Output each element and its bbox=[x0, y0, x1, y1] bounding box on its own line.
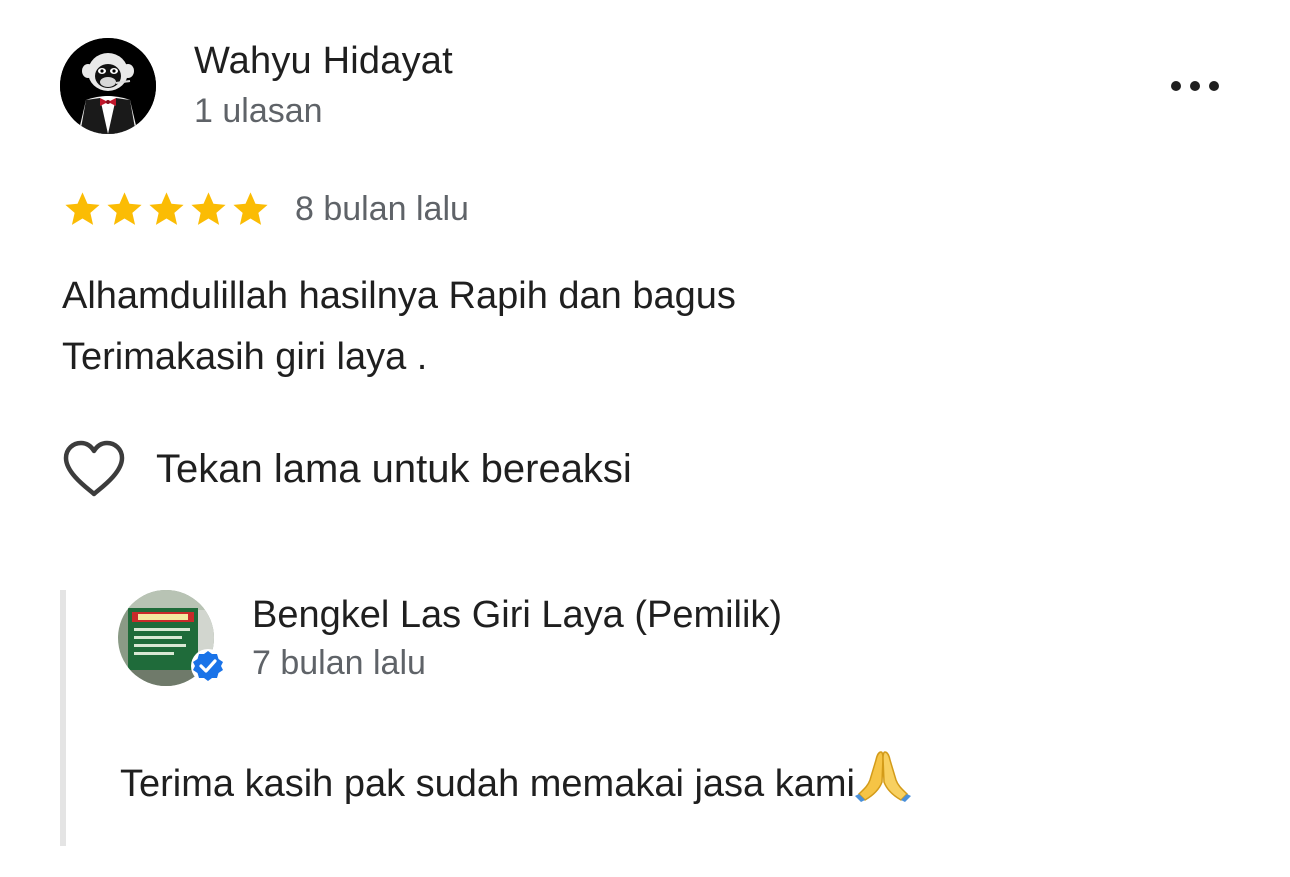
folded-hands-icon bbox=[854, 748, 911, 812]
heart-outline-icon bbox=[63, 440, 125, 497]
more-horizontal-icon bbox=[1171, 81, 1219, 91]
star-icon bbox=[191, 191, 226, 225]
author-name[interactable]: Wahyu Hidayat bbox=[194, 40, 453, 83]
review-time: 8 bulan lalu bbox=[295, 189, 469, 228]
react-label: Tekan lama untuk bereaksi bbox=[156, 446, 632, 491]
review-text-line: Terimakasih giri laya . bbox=[62, 336, 428, 378]
owner-reply-text: Terima kasih pak sudah memakai jasa kami bbox=[120, 748, 911, 812]
review-text: Alhamdulillah hasilnya Rapih dan bagus T… bbox=[62, 266, 736, 388]
tuxedo-monkey-avatar-icon bbox=[60, 38, 156, 134]
star-icon bbox=[107, 191, 142, 225]
star-icon bbox=[149, 191, 184, 225]
star-icon bbox=[65, 191, 100, 225]
author-avatar[interactable] bbox=[60, 38, 156, 134]
rating-row: 8 bulan lalu bbox=[62, 184, 469, 234]
owner-avatar[interactable] bbox=[118, 590, 225, 686]
more-options-button[interactable] bbox=[1160, 66, 1230, 106]
owner-reply-text-content: Terima kasih pak sudah memakai jasa kami bbox=[120, 763, 855, 805]
owner-reply-time: 7 bulan lalu bbox=[252, 644, 426, 682]
verified-badge-icon bbox=[191, 649, 225, 683]
review-text-line: Alhamdulillah hasilnya Rapih dan bagus bbox=[62, 275, 736, 317]
review-card: Wahyu Hidayat 1 ulasan 8 bulan lalu Alha… bbox=[0, 0, 1290, 877]
react-button[interactable]: Tekan lama untuk bereaksi bbox=[62, 440, 632, 498]
star-rating bbox=[62, 189, 271, 230]
star-icon bbox=[233, 191, 268, 225]
author-review-count: 1 ulasan bbox=[194, 92, 323, 130]
owner-reply: Bengkel Las Giri Laya (Pemilik) 7 bulan … bbox=[60, 590, 1246, 846]
owner-name: Bengkel Las Giri Laya (Pemilik) bbox=[252, 594, 783, 636]
